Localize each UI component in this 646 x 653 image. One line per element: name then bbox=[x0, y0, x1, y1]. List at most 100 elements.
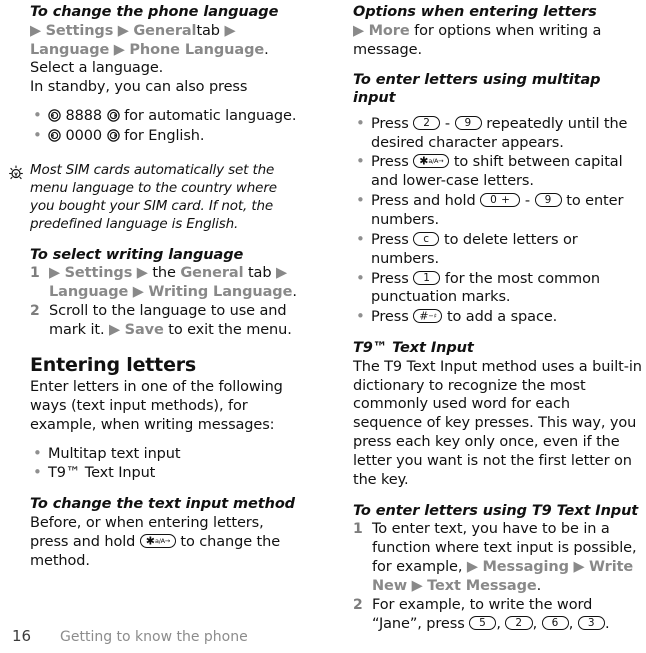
multitap-instruction-list: Press 2 - 9 repeatedly until the desired… bbox=[353, 114, 642, 327]
hash-key-icon: #−♯ bbox=[413, 309, 443, 324]
menu-general: General bbox=[180, 265, 244, 282]
key-9-icon: 9 bbox=[454, 115, 482, 130]
left-column: To change the phone language ▶ Settings … bbox=[0, 4, 323, 633]
instruction-post: repeatedly until the desired character a… bbox=[371, 115, 628, 151]
heading-select-writing-language: To select writing language bbox=[30, 246, 244, 263]
menu-phone-language: Phone Language bbox=[129, 41, 265, 58]
list-item: Press 2 - 9 repeatedly until the desired… bbox=[353, 114, 642, 153]
step-text-tail: to exit the menu. bbox=[168, 321, 292, 338]
key-9-icon: 9 bbox=[534, 193, 562, 208]
instruction-pre: Press bbox=[371, 231, 409, 248]
change-input-method-body: Before, or when entering letters, press … bbox=[30, 514, 305, 571]
heading-entering-letters: Entering letters bbox=[30, 353, 197, 376]
two-column-layout: To change the phone language ▶ Settings … bbox=[0, 0, 646, 633]
path-arrow-icon: ▶ bbox=[573, 559, 585, 575]
path-arrow-icon: ▶ bbox=[224, 22, 236, 39]
instruction-pre: Press bbox=[371, 309, 409, 326]
menu-language: Language bbox=[49, 284, 129, 301]
path-arrow-icon: ▶ bbox=[49, 265, 61, 282]
path-arrow-icon: ▶ bbox=[466, 559, 478, 575]
shortcut-digits: 0000 bbox=[65, 127, 103, 144]
menu-general: General bbox=[133, 22, 197, 39]
heading-enter-letters-t9: To enter letters using T9 Text Input bbox=[353, 502, 639, 519]
key-1-icon: 1 bbox=[413, 270, 441, 285]
list-item: Press 1 for the most common punctuation … bbox=[353, 269, 642, 308]
path-arrow-icon: ▶ bbox=[411, 577, 423, 594]
list-item: Press #−♯ to add a space. bbox=[353, 307, 642, 327]
lightbulb-icon bbox=[6, 162, 28, 234]
t9-steps: To enter text, you have to be in a funct… bbox=[353, 520, 642, 633]
range-separator: - bbox=[524, 193, 531, 210]
step-suffix: . bbox=[292, 284, 297, 301]
standby-instruction: In standby, you can also press bbox=[30, 79, 248, 96]
tab-word: tab bbox=[247, 265, 272, 282]
instruction-pre: Press bbox=[371, 115, 409, 132]
heading-change-phone-language: To change the phone language bbox=[30, 4, 279, 20]
page-footer: 16 Getting to know the phone bbox=[0, 627, 646, 645]
list-item: Multitap text input bbox=[30, 444, 305, 464]
path-arrow-icon: ▶ bbox=[30, 22, 42, 39]
tab-word: tab bbox=[196, 22, 220, 39]
input-methods-list: Multitap text input T9™ Text Input bbox=[30, 444, 305, 484]
step-item: Scroll to the language to use and mark i… bbox=[30, 302, 305, 340]
options-more-line: ▶ More for options when writing a messag… bbox=[353, 22, 642, 60]
key-c-icon: c bbox=[413, 231, 440, 246]
step-suffix: . bbox=[536, 577, 542, 594]
navigation-key-icon bbox=[48, 129, 61, 142]
list-item: Press and hold 0 + - 9 to enter numbers. bbox=[353, 191, 642, 230]
key-0-icon: 0 + bbox=[480, 193, 521, 208]
key-2-icon: 2 bbox=[413, 115, 441, 130]
heading-t9-text-input: T9™ Text Input bbox=[353, 340, 474, 357]
standby-shortcut-list: 8888 for automatic language. bbox=[30, 106, 305, 146]
menu-settings: Settings bbox=[45, 22, 114, 39]
menu-writing-language: Writing Language bbox=[148, 284, 293, 301]
navigation-key-icon bbox=[106, 109, 120, 122]
shortcut-description: for English. bbox=[124, 127, 205, 144]
menu-language: Language bbox=[30, 41, 110, 58]
star-key-icon: ✱a/A→ bbox=[413, 154, 450, 169]
path-arrow-icon: ▶ bbox=[113, 41, 125, 58]
navigation-key-icon bbox=[48, 109, 61, 122]
path-arrow-icon: ▶ bbox=[132, 284, 144, 301]
tip-note: Most SIM cards automatically set the men… bbox=[9, 161, 305, 234]
tip-text: Most SIM cards automatically set the men… bbox=[30, 161, 277, 232]
step-item: ▶ Settings ▶ the General tab ▶ Language … bbox=[30, 264, 305, 302]
menu-text-message: Text Message bbox=[427, 577, 537, 594]
list-item: T9™ Text Input bbox=[30, 463, 305, 483]
menu-save: Save bbox=[124, 321, 164, 338]
menu-more: More bbox=[368, 22, 410, 39]
right-column: Options when entering letters ▶ More for… bbox=[323, 4, 646, 633]
heading-multitap-input: To enter letters using multitap input bbox=[353, 72, 601, 107]
instruction-post: to add a space. bbox=[446, 309, 558, 326]
shortcut-description: for automatic language. bbox=[124, 108, 297, 125]
list-item: 8888 for automatic language. bbox=[30, 106, 305, 126]
page-number: 16 bbox=[12, 627, 32, 645]
chapter-title: Getting to know the phone bbox=[60, 629, 248, 645]
instruction-pre: Press bbox=[371, 154, 409, 171]
range-separator: - bbox=[444, 115, 451, 132]
instruction-pre: Press and hold bbox=[371, 193, 476, 210]
instruction-post: to shift between capital and lower-case … bbox=[371, 154, 623, 190]
instruction-pre: Press bbox=[371, 270, 409, 287]
t9-description: The T9 Text Input method uses a built-in… bbox=[353, 358, 642, 488]
list-item: Press ✱a/A→ to shift between capital and… bbox=[353, 152, 642, 191]
menu-messaging: Messaging bbox=[482, 559, 569, 575]
path-arrow-icon: ▶ bbox=[353, 22, 365, 39]
manual-page: To change the phone language ▶ Settings … bbox=[0, 0, 646, 653]
step-item: To enter text, you have to be in a funct… bbox=[353, 520, 642, 595]
navigation-key-icon bbox=[106, 129, 120, 142]
path-arrow-icon: ▶ bbox=[117, 22, 129, 39]
star-key-icon: ✱a/A→ bbox=[139, 533, 176, 548]
list-item: 0000 for English. bbox=[30, 126, 305, 146]
entering-letters-body: Enter letters in one of the following wa… bbox=[30, 379, 283, 433]
menu-settings: Settings bbox=[64, 265, 133, 282]
the-word: the bbox=[152, 265, 176, 282]
heading-options-entering-letters: Options when entering letters bbox=[353, 4, 597, 20]
path-arrow-icon: ▶ bbox=[136, 265, 148, 282]
writing-language-steps: ▶ Settings ▶ the General tab ▶ Language … bbox=[30, 264, 305, 339]
heading-change-text-input-method: To change the text input method bbox=[30, 496, 295, 513]
path-arrow-icon: ▶ bbox=[109, 321, 121, 338]
list-item: Press c to delete letters or numbers. bbox=[353, 230, 642, 269]
path-arrow-icon: ▶ bbox=[275, 265, 288, 282]
phone-language-menu-path: ▶ Settings ▶ Generaltab ▶ Language ▶ Pho… bbox=[30, 22, 305, 79]
